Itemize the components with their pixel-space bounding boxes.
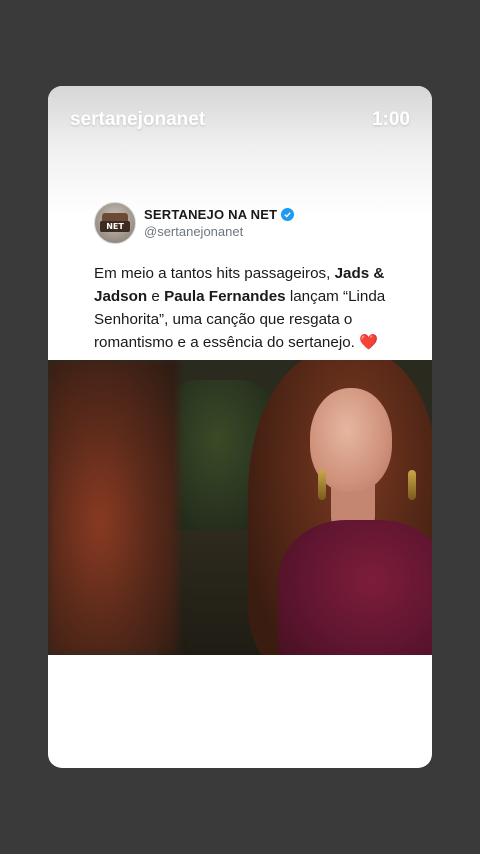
post-text-part: e [147,288,165,305]
avatar[interactable]: NET [94,202,136,244]
post-text-bold-artist: Paula Fernandes [164,288,286,305]
post-text: Em meio a tantos hits passageiros, Jads … [94,262,414,354]
author-handle: @sertanejonanet [144,224,244,239]
story-card[interactable]: sertanejonanet 1:00 NET SERTANEJO NA NET… [48,86,432,768]
video-frame[interactable] [48,360,432,655]
post-text-part: Em meio a tantos hits passageiros, [94,265,335,282]
video-person-dress [278,520,432,655]
display-name: SERTANEJO NA NET [144,207,278,222]
display-name-row: SERTANEJO NA NET [144,207,295,222]
heart-emoji-icon: ❤️ [359,334,378,351]
verified-badge-icon [281,208,295,221]
avatar-logo-text: NET [100,221,130,232]
post-author[interactable]: NET SERTANEJO NA NET @sertanejonanet [94,201,295,245]
story-username[interactable]: sertanejonanet [70,109,205,131]
video-earring-right [408,470,416,500]
brand-logo-icon: NET [100,213,130,233]
story-header: sertanejonanet 1:00 [48,86,432,154]
video-foreground-blur [48,360,178,655]
author-names: SERTANEJO NA NET @sertanejonanet [144,207,295,239]
story-timer: 1:00 [371,109,410,130]
video-earring-left [318,470,326,500]
